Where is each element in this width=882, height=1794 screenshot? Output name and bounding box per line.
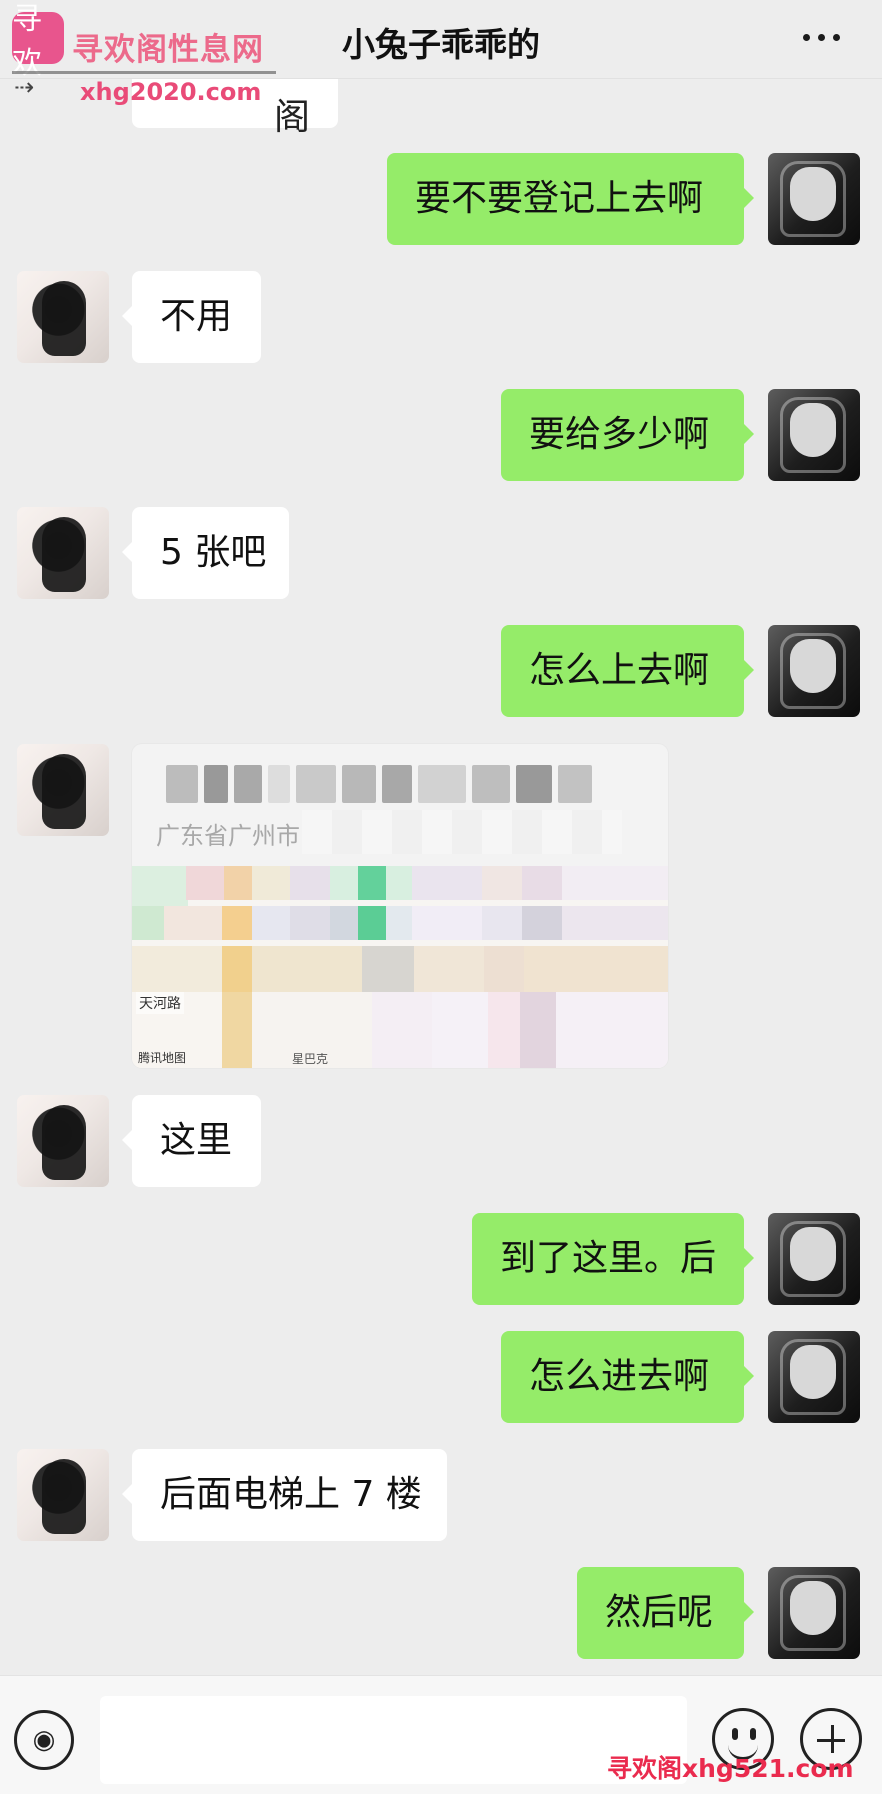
message-bubble-incoming[interactable]: 5 张吧 — [122, 507, 289, 599]
watermark-site-url: xhg2020.com — [80, 78, 262, 106]
more-dot-icon — [817, 33, 825, 41]
voice-input-button[interactable]: ◉ — [14, 1710, 74, 1770]
message-bubble-outgoing[interactable]: 怎么进去啊 — [501, 1331, 754, 1423]
message-bubble-outgoing[interactable]: 要给多少啊 — [501, 389, 754, 481]
message-text: 怎么进去啊 — [529, 1356, 710, 1397]
contact-avatar[interactable] — [17, 744, 109, 836]
message-bubble-outgoing[interactable]: 到了这里。后 — [472, 1213, 754, 1305]
emoji-icon-eye — [732, 1728, 738, 1740]
blurred-address-tail — [302, 810, 622, 854]
self-avatar[interactable] — [768, 1331, 860, 1423]
message-bubble-incoming[interactable]: 不用 — [122, 271, 261, 363]
message-text: 到了这里。后 — [500, 1238, 717, 1279]
message-text: 不用 — [160, 296, 233, 337]
message-bubble-incoming[interactable]: 后面电梯上 7 楼 — [122, 1449, 447, 1541]
contact-avatar[interactable] — [17, 507, 109, 599]
message-bubble-outgoing[interactable]: 怎么上去啊 — [501, 625, 754, 717]
more-dot-icon — [802, 33, 810, 41]
self-avatar[interactable] — [768, 153, 860, 245]
message-bubble-outgoing[interactable]: 然后呢 — [577, 1567, 754, 1659]
self-avatar[interactable] — [768, 625, 860, 717]
message-bubble-incoming[interactable]: 这里 — [122, 1095, 261, 1187]
map-preview[interactable]: 天河路 腾讯地图 星巴克 — [132, 866, 668, 1068]
message-text: 5 张吧 — [160, 532, 267, 573]
message-text: 后面电梯上 7 楼 — [160, 1474, 422, 1515]
more-options-button[interactable] — [794, 20, 848, 54]
watermark-bottom: 寻欢阁xhg521.com — [607, 1754, 854, 1783]
message-input[interactable] — [100, 1696, 687, 1784]
message-text: 然后呢 — [605, 1592, 714, 1633]
map-poi-label: 星巴克 — [292, 1052, 329, 1066]
arrow-icon: ⇢ — [14, 73, 35, 101]
watermark-line — [12, 71, 276, 74]
watermark-site-name: 寻欢阁性息网 — [72, 32, 264, 68]
voice-icon: ◉ — [32, 1725, 56, 1755]
message-bubble-outgoing[interactable]: 要不要登记上去啊 — [387, 153, 754, 245]
self-avatar[interactable] — [768, 1213, 860, 1305]
contact-avatar[interactable] — [17, 1449, 109, 1541]
blurred-location-name — [166, 757, 616, 811]
map-road-label: 天河路 — [136, 992, 184, 1014]
map-source-label: 腾讯地图 — [138, 1051, 187, 1065]
watermark-logo: 寻欢 — [12, 2, 64, 81]
location-card[interactable]: 广东省广州市 天河路 腾讯地图 星巴克 — [132, 744, 668, 1068]
emoji-icon-eye — [750, 1728, 756, 1740]
message-text: 要给多少啊 — [529, 414, 710, 455]
message-text: 这里 — [160, 1120, 233, 1161]
contact-avatar[interactable] — [17, 1095, 109, 1187]
contact-avatar[interactable] — [17, 271, 109, 363]
watermark-top: 寻欢 寻欢阁性息网 ⇢ xhg2020.com — [8, 2, 296, 106]
more-dot-icon — [832, 33, 840, 41]
message-text: 怎么上去啊 — [529, 650, 710, 691]
location-address: 广东省广州市 — [156, 822, 300, 850]
self-avatar[interactable] — [768, 1567, 860, 1659]
message-text: 要不要登记上去啊 — [415, 178, 704, 219]
self-avatar[interactable] — [768, 389, 860, 481]
